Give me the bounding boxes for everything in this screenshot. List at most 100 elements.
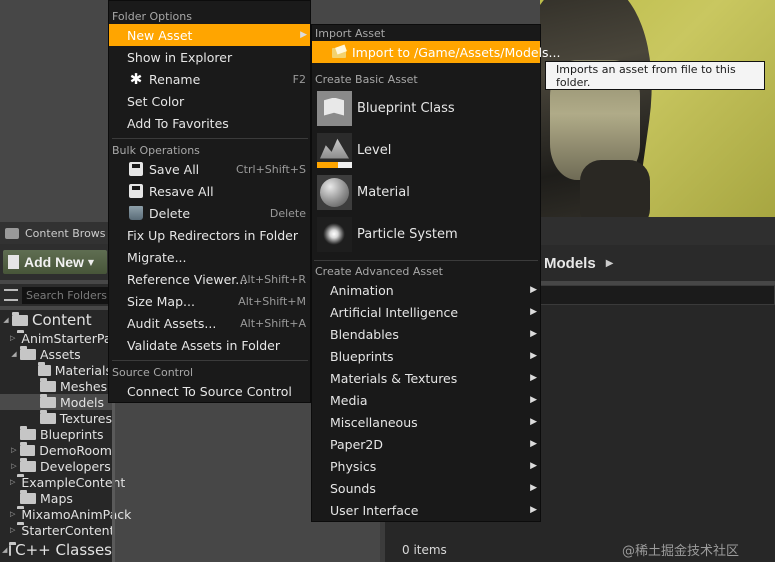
add-new-button[interactable]: Add New ▼	[3, 250, 107, 274]
tree-item[interactable]: Textures	[0, 409, 112, 426]
resave-icon	[129, 184, 143, 198]
tree-item[interactable]: Materials	[0, 361, 112, 378]
folder-tree: ◢ Content ▷ AnimStarterPack ◢ Assets Materials…	[0, 310, 131, 562]
submenu-arrow-icon: ▶	[530, 285, 537, 295]
sources-toggle-icon[interactable]	[4, 289, 18, 301]
menu-item-size-map[interactable]: Size Map... Alt+Shift+M	[109, 290, 310, 312]
new-asset-submenu: Import Asset Import to /Game/Assets/Mode…	[311, 24, 560, 522]
tree-item[interactable]: ▷ MixamoAnimPack	[0, 505, 131, 522]
level-icon	[317, 132, 352, 168]
level-viewport[interactable]	[540, 0, 775, 217]
submenu-arrow-icon: ▶	[530, 483, 537, 493]
menu-item-advanced-category[interactable]: Paper2D ▶	[312, 433, 540, 455]
menu-item-validate-assets[interactable]: Validate Assets in Folder	[109, 334, 310, 356]
tree-item[interactable]: ▷ StarterContent	[0, 521, 114, 538]
import-folder-icon	[332, 46, 348, 58]
breadcrumb-chevron-right-icon[interactable]: ▶	[606, 258, 614, 269]
menu-item-basic-asset[interactable]: Particle System	[312, 214, 541, 254]
menu-item-advanced-category[interactable]: Materials & Textures ▶	[312, 367, 540, 389]
menu-item-label: Miscellaneous	[330, 414, 418, 430]
breadcrumb-models[interactable]: Models	[544, 255, 596, 272]
tree-item[interactable]: Meshes	[0, 377, 112, 394]
menu-item-basic-asset[interactable]: Level	[312, 130, 541, 170]
menu-item-resave-all[interactable]: Resave All	[109, 180, 310, 202]
menu-item-advanced-category[interactable]: Animation ▶	[312, 279, 540, 301]
menu-item-import-to[interactable]: Import to /Game/Assets/Models...	[312, 41, 560, 63]
submenu-arrow-icon: ▶	[530, 351, 537, 361]
menu-item-new-asset[interactable]: New Asset ▶	[109, 24, 310, 46]
menu-item-basic-asset[interactable]: Blueprint Class	[312, 88, 541, 128]
menu-item-label: Paper2D	[330, 436, 383, 452]
tree-item[interactable]: Blueprints	[0, 425, 112, 442]
tree-item[interactable]: ▷ AnimStarterPack	[0, 329, 126, 346]
tree-item[interactable]: ▷ DemoRoom	[0, 441, 112, 458]
collapsed-arrow-icon[interactable]: ▷	[10, 334, 15, 342]
submenu-arrow-icon: ▶	[530, 395, 537, 405]
tree-item-label: Textures	[59, 410, 112, 426]
expanded-arrow-icon[interactable]: ◢	[2, 316, 10, 324]
menu-item-advanced-category[interactable]: Miscellaneous ▶	[312, 411, 540, 433]
watermark: @稀土掘金技术社区	[622, 544, 740, 559]
menu-item-fix-up-redirectors[interactable]: Fix Up Redirectors in Folder	[109, 224, 310, 246]
folder-icon	[19, 441, 36, 456]
menu-item-label: Blueprints	[330, 348, 394, 364]
menu-item-label: Materials & Textures	[330, 370, 458, 386]
menu-item-advanced-category[interactable]: Blueprints ▶	[312, 345, 540, 367]
submenu-arrow-icon: ▶	[530, 461, 537, 471]
collapsed-arrow-icon[interactable]: ▷	[10, 526, 15, 534]
tree-item[interactable]: ◢ Assets	[0, 345, 112, 362]
folder-icon	[20, 425, 36, 440]
menu-item-rename[interactable]: ✱ Rename F2	[109, 68, 310, 90]
menu-item-advanced-category[interactable]: Artificial Intelligence ▶	[312, 301, 540, 323]
tree-item-label: Materials	[54, 362, 112, 378]
collapsed-arrow-icon[interactable]: ▷	[10, 478, 15, 486]
tab-content-browser[interactable]: Content Brows	[0, 222, 115, 244]
tree-item[interactable]: ▷ Developers	[0, 457, 112, 474]
asset-search-input[interactable]	[540, 285, 775, 305]
tree-item[interactable]: Maps	[0, 489, 112, 506]
menu-item-label: Rename	[149, 71, 201, 87]
folder-icon	[12, 311, 28, 326]
tree-item-label: Maps	[40, 490, 73, 506]
menu-item-advanced-category[interactable]: User Interface ▶	[312, 499, 540, 521]
folder-icon	[9, 541, 16, 556]
menu-item-migrate[interactable]: Migrate...	[109, 246, 310, 268]
chevron-down-icon: ▼	[87, 257, 95, 267]
menu-item-advanced-category[interactable]: Blendables ▶	[312, 323, 540, 345]
menu-item-reference-viewer[interactable]: Reference Viewer... Alt+Shift+R	[109, 268, 310, 290]
collapsed-arrow-icon[interactable]: ▷	[10, 446, 18, 454]
submenu-arrow-icon: ▶	[530, 417, 537, 427]
menu-item-connect-source-control[interactable]: Connect To Source Control	[109, 380, 310, 402]
expanded-arrow-icon[interactable]: ◢	[10, 350, 18, 358]
menu-item-advanced-category[interactable]: Media ▶	[312, 389, 540, 411]
folder-search-input[interactable]: Search Folders	[22, 286, 115, 304]
tree-item[interactable]: ◢ C++ Classes	[0, 541, 112, 559]
tree-item[interactable]: Models	[0, 393, 112, 410]
particle-system-icon	[317, 216, 352, 252]
material-icon	[317, 174, 352, 210]
expanded-arrow-icon[interactable]: ◢	[2, 546, 7, 554]
menu-item-delete[interactable]: Delete Delete	[109, 202, 310, 224]
menu-item-add-to-favorites[interactable]: Add To Favorites	[109, 112, 310, 134]
folder-icon	[20, 345, 36, 360]
menu-item-label: Reference Viewer...	[127, 271, 248, 287]
tree-item[interactable]: ▷ ExampleContent	[0, 473, 125, 490]
menu-item-audit-assets[interactable]: Audit Assets... Alt+Shift+A	[109, 312, 310, 334]
menu-item-save-all[interactable]: Save All Ctrl+Shift+S	[109, 158, 310, 180]
viewport-character-arm	[580, 160, 650, 217]
menu-item-label: Level	[357, 142, 392, 158]
collapsed-arrow-icon[interactable]: ▷	[10, 510, 15, 518]
menu-item-label: Particle System	[357, 226, 458, 242]
save-icon	[129, 162, 143, 176]
tree-item-label: DemoRoom	[39, 442, 112, 458]
tab-content-browser-label: Content Brows	[25, 226, 106, 240]
collapsed-arrow-icon[interactable]: ▷	[10, 462, 18, 470]
tree-item[interactable]: ◢ Content	[0, 311, 112, 329]
menu-item-basic-asset[interactable]: Material	[312, 172, 541, 212]
tree-item-label: Blueprints	[40, 426, 104, 442]
menu-item-show-in-explorer[interactable]: Show in Explorer	[109, 46, 310, 68]
menu-item-advanced-category[interactable]: Sounds ▶	[312, 477, 540, 499]
menu-item-set-color[interactable]: Set Color	[109, 90, 310, 112]
folder-icon	[20, 457, 36, 472]
menu-item-advanced-category[interactable]: Physics ▶	[312, 455, 540, 477]
